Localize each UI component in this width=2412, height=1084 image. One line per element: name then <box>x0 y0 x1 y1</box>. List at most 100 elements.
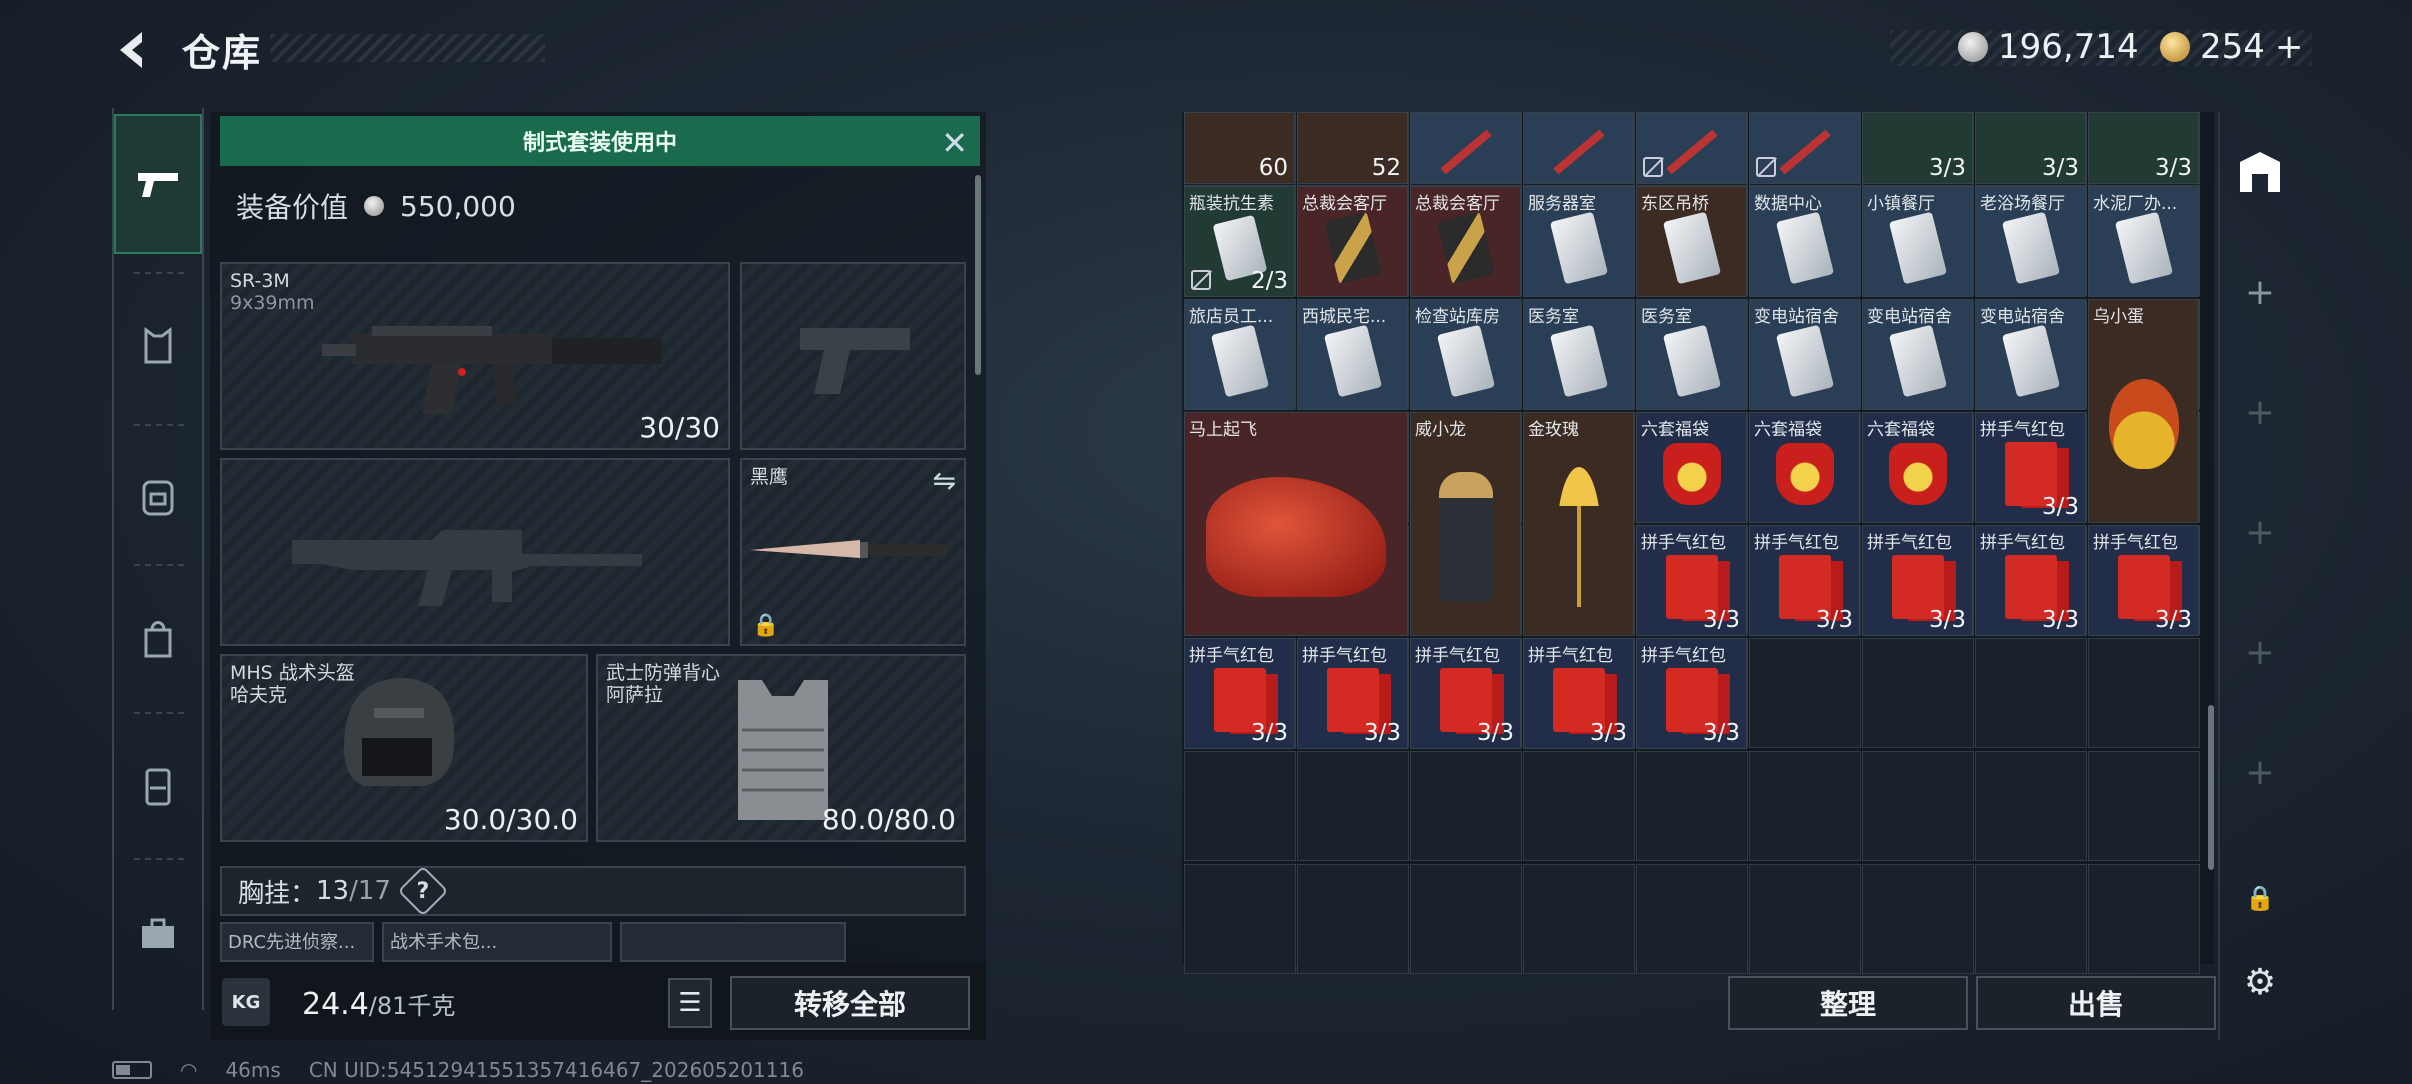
storage-page-main[interactable] <box>2220 112 2300 232</box>
empty-cell[interactable] <box>1862 864 1974 974</box>
storage-item[interactable]: 旅店员工... <box>1184 299 1295 410</box>
rail-weapon[interactable] <box>114 114 202 254</box>
rail-toolbox[interactable] <box>114 864 202 1004</box>
storage-item[interactable]: 3/3 <box>1975 112 2086 184</box>
storage-item[interactable]: 拼手气红包 3/3 <box>1410 638 1521 749</box>
chest-item-1[interactable]: DRC先进侦察... <box>220 922 374 962</box>
rail-bag[interactable] <box>114 568 202 708</box>
chest-item-3[interactable] <box>620 922 846 962</box>
storage-item[interactable]: 服务器室 <box>1523 186 1634 297</box>
primary-weapon-slot[interactable]: SR-3M 9x39mm 30/30 <box>220 262 730 450</box>
empty-cell[interactable] <box>1410 751 1522 861</box>
help-icon[interactable]: ? <box>397 865 449 917</box>
empty-cell[interactable] <box>1975 751 2087 861</box>
armor-slot[interactable]: 武士防弹背心 阿萨拉 80.0/80.0 <box>596 654 966 842</box>
storage-item[interactable] <box>1410 112 1521 184</box>
storage-item[interactable]: 拼手气红包 3/3 <box>1862 525 1973 636</box>
storage-item[interactable]: 变电站宿舍 <box>1862 299 1973 410</box>
empty-cell[interactable] <box>1862 751 1974 861</box>
loadout-scrollbar[interactable] <box>975 175 981 375</box>
storage-item[interactable]: 拼手气红包 3/3 <box>1636 525 1747 636</box>
secondary-weapon-slot[interactable] <box>220 458 730 646</box>
sort-button[interactable]: 整理 <box>1728 976 1968 1030</box>
storage-item[interactable]: 六套福袋 <box>1636 412 1747 523</box>
storage-item[interactable]: 52 <box>1297 112 1408 184</box>
melee-slot[interactable]: 黑鹰 ⇋ 🔒 <box>740 458 966 646</box>
rail-container[interactable] <box>114 716 202 856</box>
storage-item[interactable]: 西城民宅... <box>1297 299 1408 410</box>
empty-cell[interactable] <box>1749 751 1861 861</box>
add-gold-button[interactable]: + <box>2275 27 2304 67</box>
storage-item[interactable] <box>1749 112 1860 184</box>
storage-item[interactable]: 金玫瑰 <box>1523 412 1634 636</box>
storage-item[interactable]: 变电站宿舍 <box>1749 299 1860 410</box>
empty-cell[interactable] <box>1410 864 1522 974</box>
empty-cell[interactable] <box>1297 864 1409 974</box>
rail-vest[interactable] <box>114 276 202 416</box>
add-page-3[interactable]: + <box>2220 472 2300 592</box>
storage-item[interactable]: 拼手气红包 3/3 <box>1297 638 1408 749</box>
empty-cell[interactable] <box>1975 638 2087 748</box>
empty-cell[interactable] <box>1636 751 1748 861</box>
storage-item[interactable] <box>1636 112 1747 184</box>
storage-item[interactable]: 拼手气红包 3/3 <box>1184 638 1295 749</box>
rail-backpack[interactable] <box>114 426 202 566</box>
storage-item[interactable]: 拼手气红包 3/3 <box>1975 525 2086 636</box>
storage-item[interactable]: 拼手气红包 3/3 <box>1975 412 2086 523</box>
empty-cell[interactable] <box>1749 638 1861 748</box>
storage-item[interactable]: 拼手气红包 3/3 <box>1636 638 1747 749</box>
add-page-2[interactable]: + <box>2220 352 2300 472</box>
storage-item[interactable]: 乌小蛋 <box>2088 299 2199 523</box>
empty-cell[interactable] <box>1184 864 1296 974</box>
empty-cell[interactable] <box>2088 864 2200 974</box>
storage-item[interactable]: 水泥厂办... <box>2088 186 2199 297</box>
empty-cell[interactable] <box>1184 751 1296 861</box>
empty-cell[interactable] <box>1523 864 1635 974</box>
storage-item[interactable]: 3/3 <box>2088 112 2199 184</box>
chest-rig-row[interactable]: 胸挂： 13 /17 ? <box>220 865 966 917</box>
empty-cell[interactable] <box>1636 864 1748 974</box>
storage-item[interactable]: 变电站宿舍 <box>1975 299 2086 410</box>
storage-item[interactable]: 拼手气红包 3/3 <box>1523 638 1634 749</box>
empty-cell[interactable] <box>2088 751 2200 861</box>
storage-item[interactable]: 小镇餐厅 <box>1862 186 1973 297</box>
empty-cell[interactable] <box>1297 751 1409 861</box>
back-arrow-icon[interactable] <box>112 28 156 72</box>
add-page-5[interactable]: + <box>2220 712 2300 832</box>
storage-item[interactable]: 检查站库房 <box>1410 299 1521 410</box>
sidearm-slot[interactable] <box>740 262 966 450</box>
storage-item[interactable]: 东区吊桥 <box>1636 186 1747 297</box>
storage-item[interactable]: 3/3 <box>1862 112 1973 184</box>
transfer-all-button[interactable]: 转移全部 <box>730 976 970 1030</box>
storage-item[interactable]: 拼手气红包 3/3 <box>1749 525 1860 636</box>
storage-item[interactable]: 威小龙 <box>1410 412 1521 636</box>
storage-item[interactable]: 六套福袋 <box>1749 412 1860 523</box>
settings-button[interactable]: ⚙ <box>2220 922 2300 1042</box>
list-view-button[interactable]: ☰ <box>668 978 712 1028</box>
close-icon[interactable]: ✕ <box>941 124 968 162</box>
storage-item[interactable]: 医务室 <box>1523 299 1634 410</box>
chest-item-2[interactable]: 战术手术包... <box>382 922 612 962</box>
sell-button[interactable]: 出售 <box>1976 976 2216 1030</box>
storage-item[interactable]: 拼手气红包 3/3 <box>2088 525 2199 636</box>
swap-icon[interactable]: ⇋ <box>933 464 956 497</box>
storage-item[interactable]: 马上起飞 <box>1184 412 1408 636</box>
empty-cell[interactable] <box>1975 864 2087 974</box>
storage-item[interactable]: 老浴场餐厅 <box>1975 186 2086 297</box>
empty-cell[interactable] <box>1523 751 1635 861</box>
storage-item[interactable]: 总裁会客厅 <box>1297 186 1408 297</box>
empty-cell[interactable] <box>2088 638 2200 748</box>
empty-cell[interactable] <box>1862 638 1974 748</box>
storage-item[interactable]: 瓶装抗生素 2/3 <box>1184 186 1295 297</box>
storage-item[interactable] <box>1523 112 1634 184</box>
empty-cell[interactable] <box>1749 864 1861 974</box>
helmet-slot[interactable]: MHS 战术头盔 哈夫克 30.0/30.0 <box>220 654 588 842</box>
add-page-4[interactable]: + <box>2220 592 2300 712</box>
storage-item[interactable]: 六套福袋 <box>1862 412 1973 523</box>
storage-item[interactable]: 数据中心 <box>1749 186 1860 297</box>
storage-item[interactable]: 60 <box>1184 112 1295 184</box>
add-page-1[interactable]: + <box>2220 232 2300 352</box>
storage-scrollbar[interactable] <box>2208 705 2214 870</box>
gold-currency[interactable]: 254 + <box>2160 27 2304 67</box>
storage-item[interactable]: 总裁会客厅 <box>1410 186 1521 297</box>
